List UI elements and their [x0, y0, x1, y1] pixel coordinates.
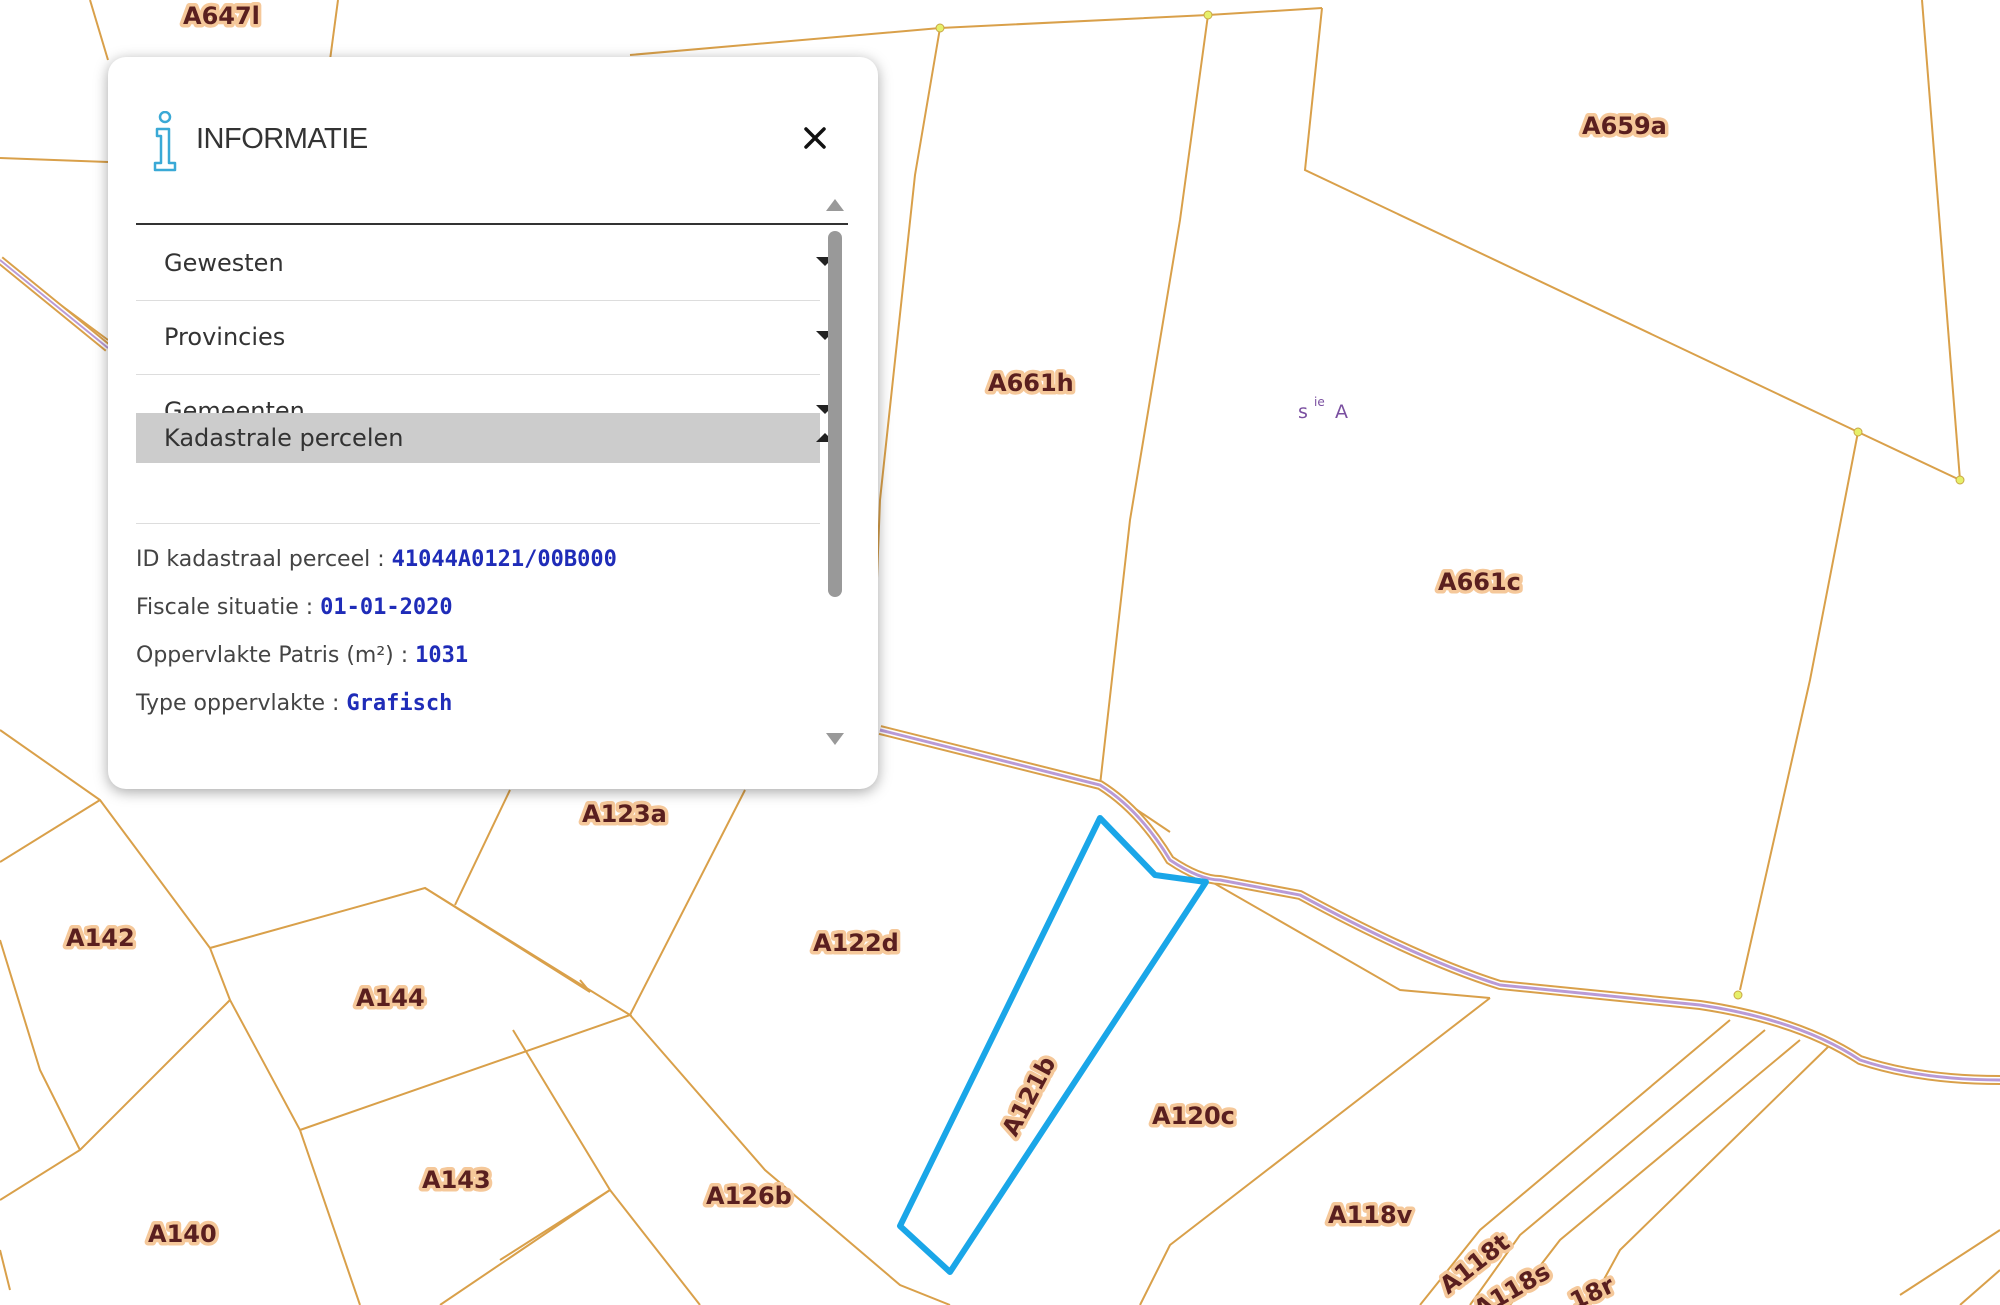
- detail-label: ID kadastraal perceel :: [136, 547, 392, 572]
- parcel-label-A144: A144: [356, 984, 425, 1012]
- parcel-label-A142: A142: [66, 924, 135, 952]
- close-icon[interactable]: [798, 121, 832, 155]
- detail-label: Type oppervlakte :: [136, 691, 347, 716]
- panel-title: INFORMATIE: [196, 123, 368, 155]
- detail-value: 1031: [415, 643, 469, 668]
- panel-header: INFORMATIE: [136, 83, 848, 225]
- parcel-label-A122d: A122d: [813, 929, 899, 957]
- parcel-label-A143: A143: [422, 1166, 491, 1194]
- detail-label: Oppervlakte Patris (m²) :: [136, 643, 416, 668]
- detail-value: 01-01-2020: [320, 595, 453, 620]
- parcel-label-A659a: A659a: [1582, 112, 1667, 140]
- accordion-gewesten[interactable]: Gewesten: [136, 227, 834, 301]
- parcel-label-A661h: A661h: [988, 369, 1074, 397]
- detail-value: 41044A0121/00B000: [391, 547, 617, 572]
- detail-value: Grafisch: [346, 691, 453, 716]
- svg-text:ie: ie: [1314, 395, 1325, 409]
- accordion-label: Provincies: [164, 323, 286, 351]
- parcel-label-A661c: A661c: [1438, 568, 1521, 596]
- svg-text:s: s: [1298, 401, 1308, 423]
- info-icon: [153, 111, 177, 172]
- parcel-label-A140: A140: [148, 1220, 217, 1248]
- scrollbar-thumb[interactable]: [828, 231, 842, 597]
- accordion-provincies[interactable]: Provincies: [136, 301, 834, 375]
- scroll-up-arrow-icon[interactable]: [826, 199, 844, 211]
- detail-label: Fiscale situatie :: [136, 595, 321, 620]
- detail-row-id: ID kadastraal perceel : 41044A0121/00B00…: [136, 547, 617, 572]
- scroll-down-arrow-icon[interactable]: [826, 733, 844, 745]
- divider: [136, 523, 820, 524]
- parcel-label-A123a: A123a: [582, 800, 667, 828]
- info-panel: INFORMATIE Gewesten Provincies Gemeenten…: [108, 57, 878, 789]
- detail-row-type: Type oppervlakte : Grafisch: [136, 691, 452, 716]
- detail-row-fiscal: Fiscale situatie : 01-01-2020: [136, 595, 453, 620]
- detail-row-area: Oppervlakte Patris (m²) : 1031: [136, 643, 468, 668]
- svg-text:A: A: [1335, 401, 1348, 423]
- parcel-label-A126b: A126b: [706, 1182, 792, 1210]
- accordion-label: Gewesten: [164, 249, 284, 277]
- accordion-label: Kadastrale percelen: [164, 424, 404, 452]
- parcel-label-A118v: A118v: [1328, 1201, 1413, 1229]
- parcel-label-A120c: A120c: [1152, 1102, 1235, 1130]
- accordion-kadastrale-percelen[interactable]: Kadastrale percelen: [136, 413, 834, 463]
- parcel-label-A647l: A647l: [183, 2, 260, 30]
